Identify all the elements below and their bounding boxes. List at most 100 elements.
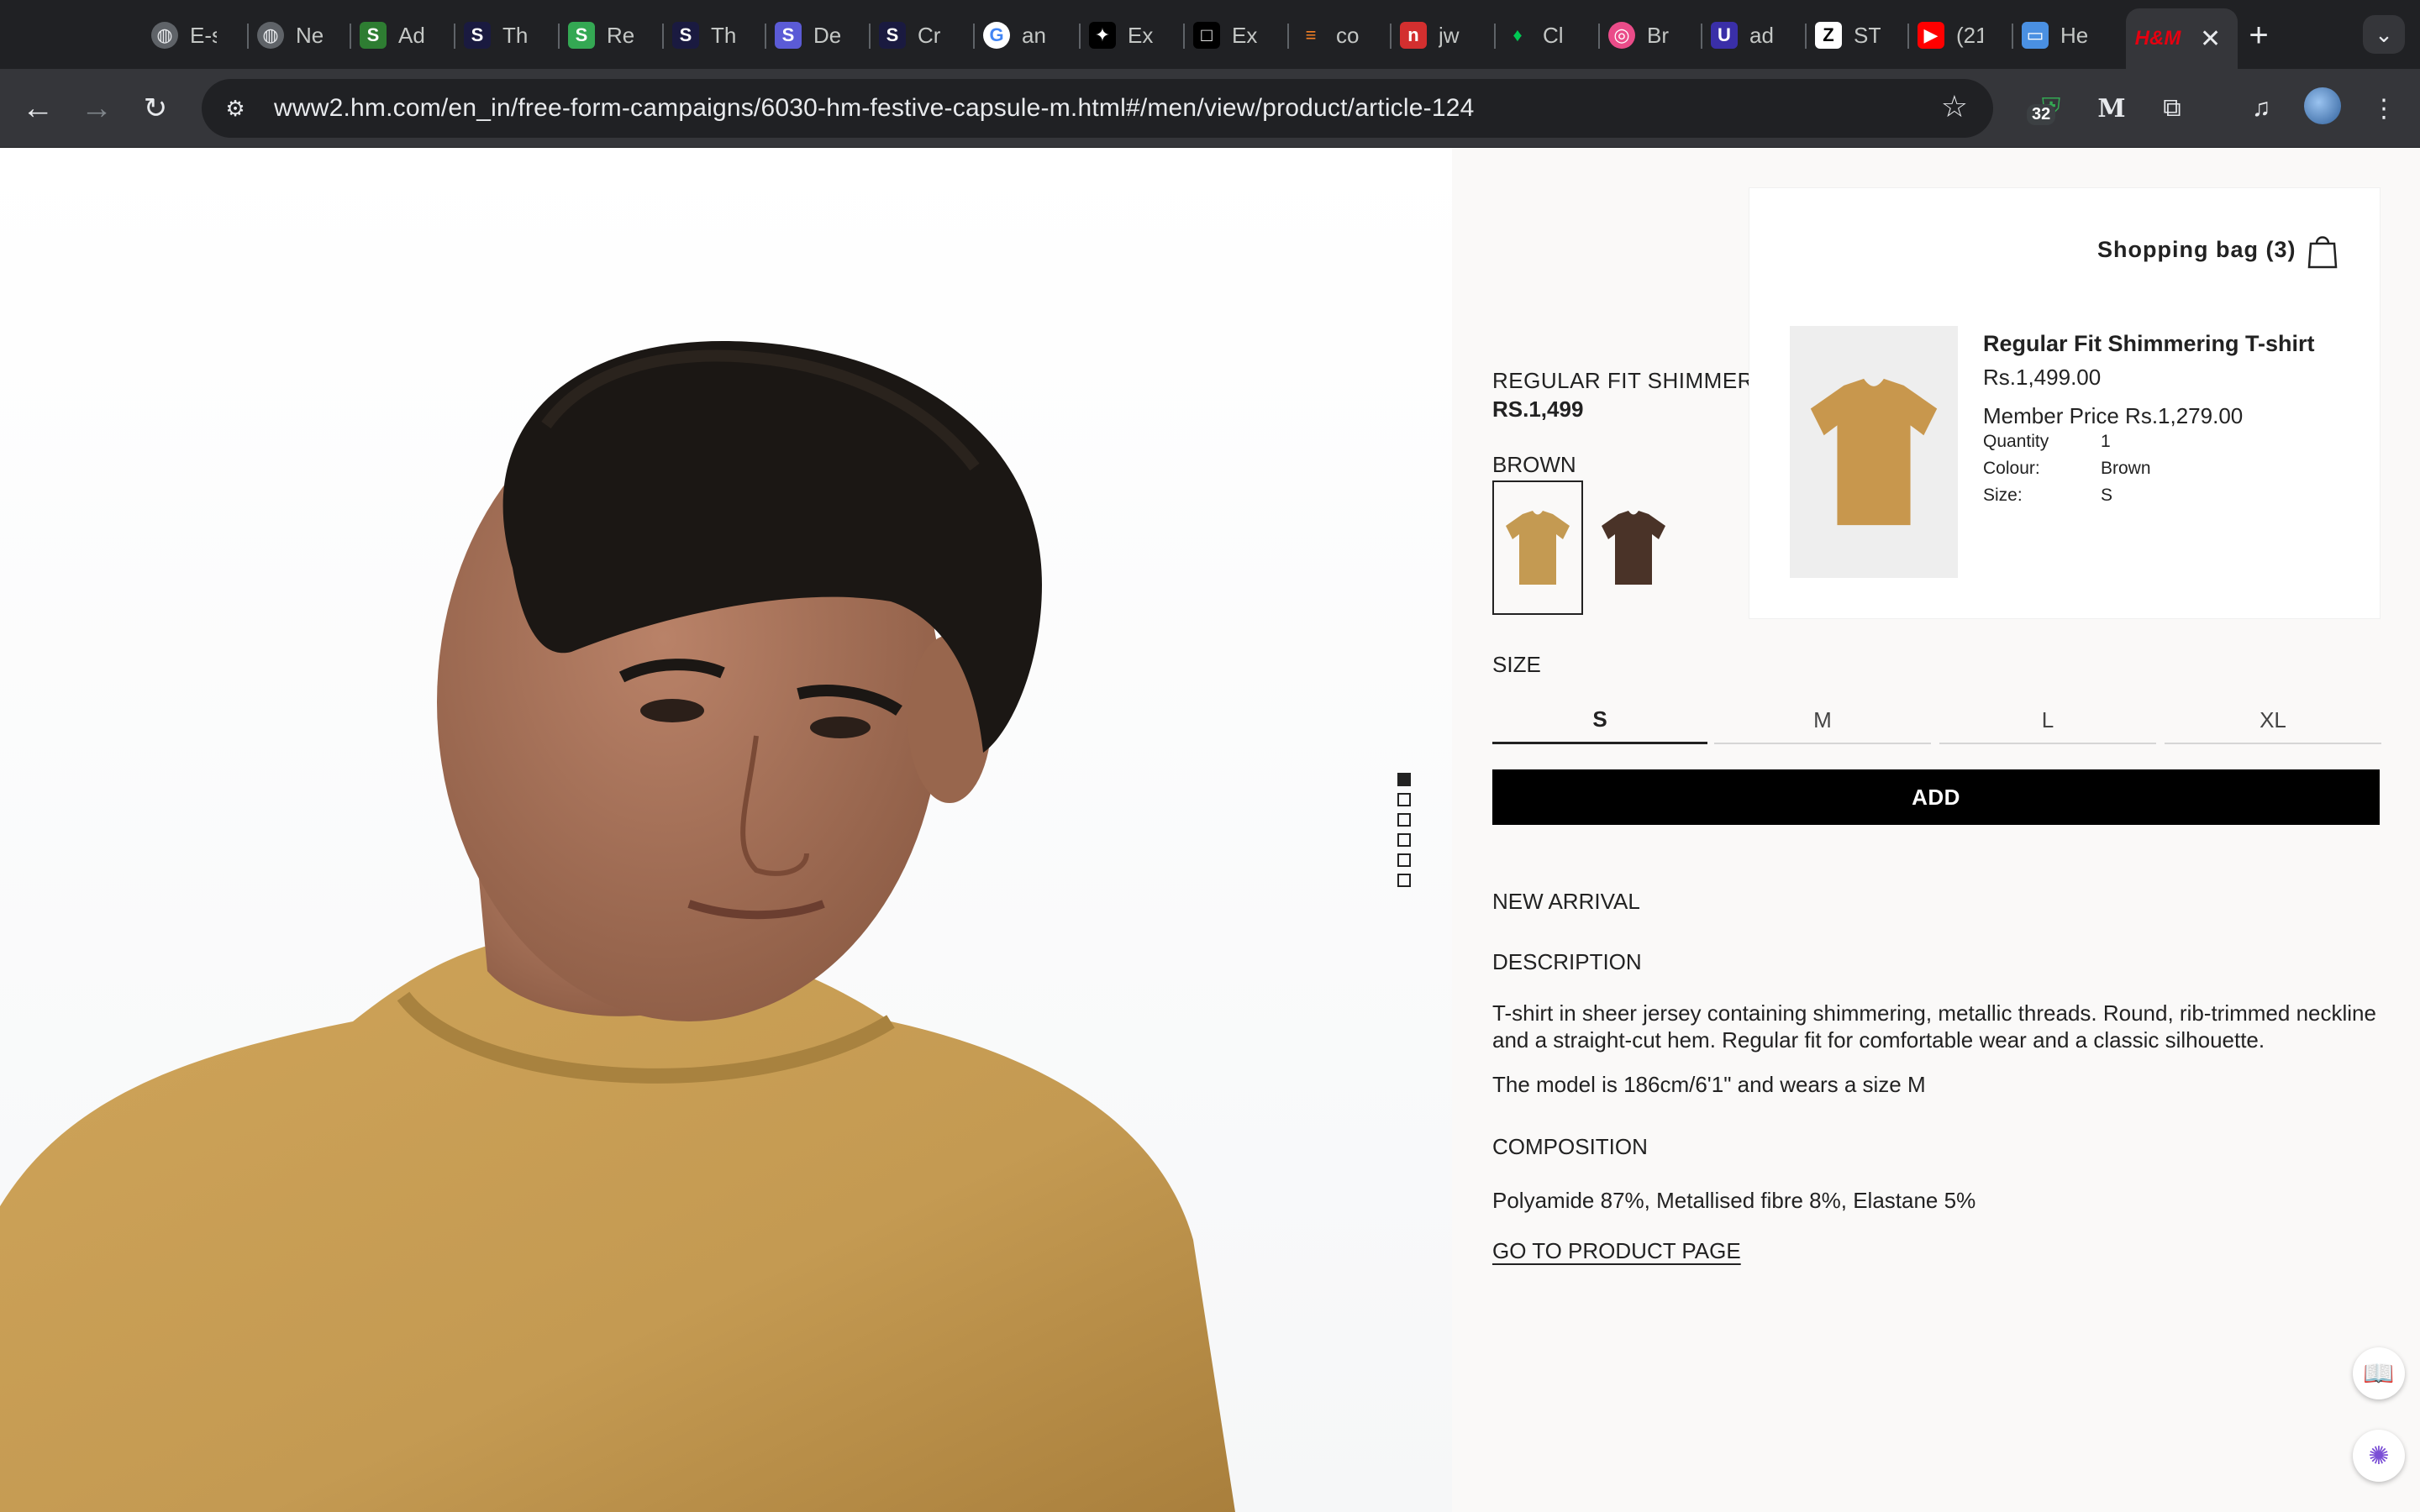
browser-tab-title: jw	[1439, 22, 1460, 48]
shopping-bag-title[interactable]: Shopping bag (3)	[2097, 237, 2296, 263]
profile-avatar[interactable]	[2304, 87, 2341, 124]
medium-extension-icon[interactable]: M	[2091, 87, 2133, 129]
browser-tab-title: He	[2060, 22, 2087, 48]
globe-icon: ◍	[257, 22, 284, 49]
active-tab[interactable]: H&M ✕	[2126, 8, 2238, 69]
tshirt-dark-brown-thumbnail	[1602, 511, 1665, 585]
carousel-dot[interactable]	[1397, 833, 1411, 847]
reader-mode-icon[interactable]: 📖	[2353, 1347, 2405, 1399]
browser-tab[interactable]: ◍ E-s	[151, 12, 217, 59]
new-tab-button[interactable]: +	[2235, 12, 2282, 59]
browser-tab[interactable]: ✦ Ex	[1089, 12, 1155, 59]
browser-tab-title: ad	[1749, 22, 1774, 48]
tab-separator	[1390, 24, 1392, 49]
product-photo	[0, 148, 1452, 1512]
colour-label: Colour:	[1983, 459, 2040, 478]
bag-item-name[interactable]: Regular Fit Shimmering T-shirt	[1983, 331, 2315, 357]
hm-logo-icon: H&M	[2134, 27, 2181, 50]
chrome-menu-icon[interactable]: ⋮	[2363, 87, 2405, 129]
quantity-value: 1	[2101, 432, 2111, 451]
tab-separator	[1183, 24, 1185, 49]
browser-tab-title: Th	[502, 22, 529, 48]
browser-tab[interactable]: S Ad	[360, 12, 425, 59]
site-info-icon[interactable]: ⚙	[215, 88, 255, 129]
browser-tab-title: co	[1336, 22, 1360, 48]
browser-tab-title: Ad	[398, 22, 425, 48]
swatch-brown[interactable]	[1492, 480, 1583, 615]
browser-tab[interactable]: Z ST	[1815, 12, 1881, 59]
swatch-dark-brown[interactable]	[1588, 480, 1679, 615]
browser-tab[interactable]: S Th	[464, 12, 529, 59]
tab-search-button[interactable]: ⌄	[2363, 15, 2405, 54]
browser-tab-title: E-s	[190, 22, 217, 48]
colour-value: Brown	[2101, 459, 2151, 478]
size-label: SIZE	[1492, 652, 1541, 677]
address-bar[interactable]: ⚙ www2.hm.com/en_in/free-form-campaigns/…	[202, 79, 1993, 138]
forward-button[interactable]: →	[76, 87, 118, 129]
add-to-bag-button[interactable]: ADD	[1492, 769, 2380, 825]
tab-separator	[247, 24, 249, 49]
browser-tab-title: ST	[1854, 22, 1881, 48]
size-value: S	[2101, 486, 2113, 505]
browser-tab[interactable]: S Cr	[879, 12, 944, 59]
browser-tab-title: Ex	[1232, 22, 1258, 48]
bag-item-quantity-row: Quantity 1	[1983, 432, 2111, 452]
browser-tab[interactable]: Uad	[1711, 12, 1776, 59]
stackoverflow-icon: ≡	[1305, 24, 1317, 45]
browser-tab[interactable]: n jw	[1400, 12, 1465, 59]
browser-tab-title: Ne	[296, 22, 323, 48]
model-illustration	[0, 341, 1235, 1512]
extensions-puzzle-icon[interactable]: ⧉	[2151, 87, 2193, 129]
bag-item-size-row: Size: S	[1983, 486, 2112, 506]
browser-tab[interactable]: S Th	[672, 12, 738, 59]
size-option-s[interactable]: S	[1492, 697, 1707, 744]
media-controls-icon[interactable]: ♫	[2240, 87, 2282, 129]
browser-tab[interactable]: S De	[775, 12, 840, 59]
ai-assistant-brain-icon[interactable]: ✺	[2353, 1430, 2405, 1482]
tab-separator	[1287, 24, 1289, 49]
s-badge-icon: S	[775, 22, 802, 49]
browser-tab-title: Cl	[1543, 22, 1564, 48]
shopping-bag-icon[interactable]	[2306, 232, 2339, 273]
description-text: T-shirt in sheer jersey containing shimm…	[1492, 1000, 2376, 1053]
new-arrival-label: NEW ARRIVAL	[1492, 889, 1640, 914]
selected-color-label: BROWN	[1492, 452, 1576, 477]
url-text[interactable]: www2.hm.com/en_in/free-form-campaigns/60…	[274, 94, 1474, 123]
size-option-m[interactable]: M	[1714, 697, 1931, 744]
model-info: The model is 186cm/6'1" and wears a size…	[1492, 1072, 1926, 1097]
carousel-dot[interactable]	[1397, 773, 1411, 786]
composition-heading: COMPOSITION	[1492, 1134, 1648, 1159]
product-name: REGULAR FIT SHIMMERING T-SHIRT	[1492, 368, 1753, 393]
browser-tab[interactable]: □ Ex	[1193, 12, 1259, 59]
zara-icon: Z	[1815, 22, 1842, 49]
back-button[interactable]: ←	[17, 87, 59, 129]
browser-tab[interactable]: Gan	[983, 12, 1049, 59]
size-option-l[interactable]: L	[1939, 697, 2156, 744]
quantity-label: Quantity	[1983, 432, 2049, 451]
close-tab-icon[interactable]: ✕	[2200, 24, 2221, 54]
bookmark-star-icon[interactable]: ☆	[1941, 89, 1968, 124]
browser-tab[interactable]: S Re	[568, 12, 634, 59]
browser-tab[interactable]: ♦ Cl	[1504, 12, 1570, 59]
reload-button[interactable]: ↻	[134, 87, 176, 129]
browser-tab[interactable]: ▭ He	[2022, 12, 2087, 59]
tab-separator	[1701, 24, 1702, 49]
bag-item-image[interactable]	[1790, 326, 1958, 578]
carousel-dot[interactable]	[1397, 853, 1411, 867]
carousel-dot[interactable]	[1397, 813, 1411, 827]
size-option-xl[interactable]: XL	[2165, 697, 2381, 744]
s-badge-icon: S	[360, 22, 387, 49]
extension-count-badge: 32	[2027, 104, 2056, 125]
go-to-product-page-link[interactable]: GO TO PRODUCT PAGE	[1492, 1238, 1741, 1264]
browser-tab-title: Cr	[918, 22, 941, 48]
carousel-dot[interactable]	[1397, 793, 1411, 806]
browser-tab[interactable]: ≡ co	[1297, 12, 1363, 59]
browser-tab[interactable]: ◍ Ne	[257, 12, 323, 59]
browser-tab-title: Ex	[1128, 22, 1154, 48]
browser-tab[interactable]: ▶ (21	[1918, 12, 1983, 59]
square-icon: □	[1193, 22, 1220, 49]
chat-icon: ▭	[2022, 22, 2049, 49]
carousel-dot[interactable]	[1397, 874, 1411, 887]
tab-separator	[350, 24, 351, 49]
browser-tab[interactable]: ◎ Br	[1608, 12, 1674, 59]
